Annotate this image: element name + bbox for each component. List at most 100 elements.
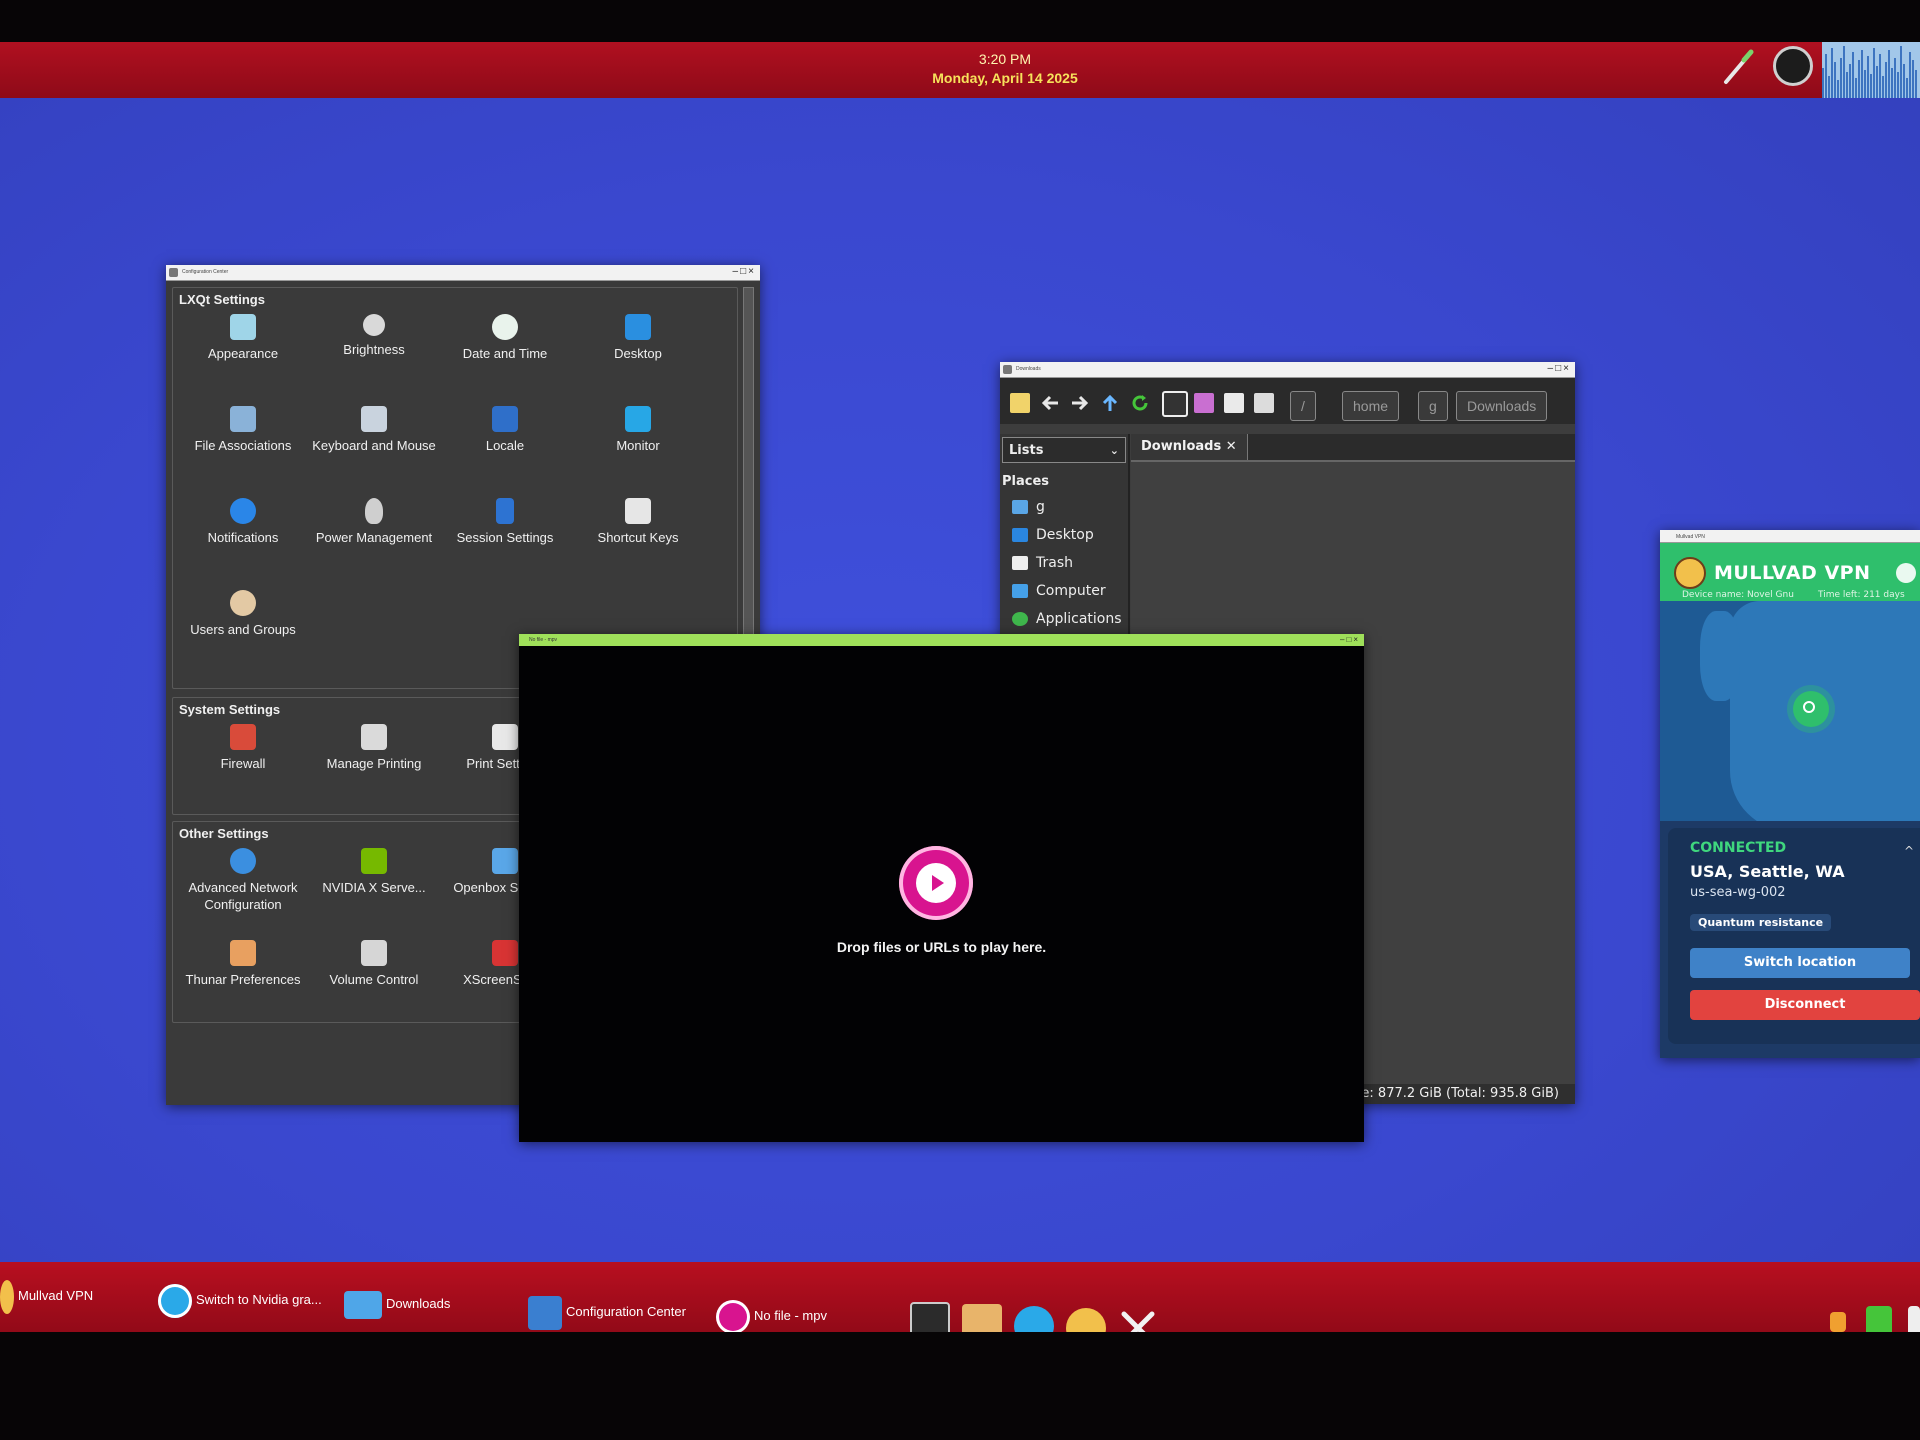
menu-icon[interactable]: [1908, 1306, 1920, 1332]
group-title: LXQt Settings: [179, 292, 265, 307]
title-bar[interactable]: Mullvad VPN: [1660, 530, 1920, 543]
path-button-g[interactable]: g: [1418, 391, 1448, 421]
desktop-icon: [1012, 528, 1028, 542]
item-session-settings[interactable]: Session Settings: [440, 498, 570, 546]
monitor-icon: [625, 406, 651, 432]
place-desktop[interactable]: Desktop: [1012, 524, 1094, 548]
cpu-graph-bar: [1858, 60, 1860, 98]
firewall-icon: [230, 724, 256, 750]
screensaver-icon: [492, 940, 518, 966]
task-downloads[interactable]: Downloads: [344, 1284, 450, 1324]
trash-icon: [1012, 556, 1028, 570]
item-power-management[interactable]: Power Management: [309, 498, 439, 546]
window-controls[interactable]: –□×: [733, 266, 756, 277]
mullvad-header: MULLVAD VPN Device name: Novel Gnu Time …: [1660, 543, 1920, 601]
item-nvidia-x-server[interactable]: NVIDIA X Serve...: [309, 848, 439, 896]
account-icon[interactable]: [1896, 563, 1916, 583]
chevron-up-icon[interactable]: ^: [1904, 844, 1914, 858]
settings-tools-icon[interactable]: [1118, 1308, 1158, 1332]
mullvad-icon[interactable]: [1066, 1308, 1106, 1332]
path-button-home[interactable]: home: [1342, 391, 1400, 421]
mpv-window: No file - mpv –□× Drop files or URLs to …: [519, 634, 1364, 1142]
item-advanced-network-configuration[interactable]: Advanced Network Configuration: [178, 848, 308, 913]
task-switch-nvidia[interactable]: Switch to Nvidia gra...: [158, 1280, 322, 1320]
close-tab-icon[interactable]: ✕: [1226, 439, 1237, 454]
new-folder-icon[interactable]: [1010, 393, 1030, 413]
cpu-graph-bar: [1891, 68, 1893, 98]
lock-icon[interactable]: [1830, 1312, 1846, 1332]
cpu-graph-bar: [1897, 72, 1899, 98]
side-pane-mode-select[interactable]: Lists ⌄: [1002, 437, 1126, 463]
up-icon[interactable]: [1100, 393, 1120, 413]
icon-view-icon[interactable]: [1162, 391, 1188, 417]
cpu-graph-bar: [1825, 54, 1827, 98]
cpu-graph-bar: [1870, 74, 1872, 98]
clock[interactable]: 3:20 PM Monday, April 14 2025: [905, 50, 1105, 88]
item-appearance[interactable]: Appearance: [178, 314, 308, 362]
item-thunar-preferences[interactable]: Thunar Preferences: [178, 940, 308, 988]
terminal-icon[interactable]: [910, 1302, 950, 1332]
desktop-icon: [625, 314, 651, 340]
item-keyboard-and-mouse[interactable]: Keyboard and Mouse: [309, 406, 439, 454]
window-title: Downloads: [1016, 366, 1041, 372]
place-home[interactable]: g: [1012, 496, 1045, 520]
place-computer[interactable]: Computer: [1012, 580, 1106, 604]
color-picker-icon[interactable]: [1720, 48, 1756, 88]
tab-bar: Downloads ✕: [1131, 434, 1575, 462]
window-controls[interactable]: –□×: [1548, 363, 1571, 374]
item-locale[interactable]: Locale: [440, 406, 570, 454]
item-desktop[interactable]: Desktop: [573, 314, 703, 362]
nvidia-icon: [361, 848, 387, 874]
cpu-graph-bar: [1846, 72, 1848, 98]
item-firewall[interactable]: Firewall: [178, 724, 308, 772]
feature-badge: Quantum resistance: [1690, 914, 1832, 931]
switch-gpu-icon[interactable]: [1014, 1306, 1054, 1332]
location-label: USA, Seattle, WA: [1690, 862, 1845, 881]
item-date-and-time[interactable]: Date and Time: [440, 314, 570, 362]
switch-location-button[interactable]: Switch location: [1690, 948, 1910, 978]
connection-panel: CONNECTED ^ USA, Seattle, WA us-sea-wg-0…: [1668, 828, 1920, 1044]
tab-downloads[interactable]: Downloads ✕: [1131, 434, 1248, 460]
disconnect-button[interactable]: Disconnect: [1690, 990, 1920, 1020]
vpn-lock-icon[interactable]: [1866, 1306, 1892, 1332]
path-button-root[interactable]: /: [1290, 391, 1316, 421]
task-mullvad-vpn[interactable]: Mullvad VPN: [0, 1276, 93, 1316]
mullvad-logo-icon: [1674, 557, 1706, 589]
window-app-icon: [1003, 365, 1012, 374]
item-shortcut-keys[interactable]: Shortcut Keys: [573, 498, 703, 546]
place-trash[interactable]: Trash: [1012, 552, 1073, 576]
path-button-downloads[interactable]: Downloads: [1456, 391, 1548, 421]
item-notifications[interactable]: Notifications: [178, 498, 308, 546]
compact-view-icon[interactable]: [1224, 393, 1244, 413]
thumbnail-view-icon[interactable]: [1194, 393, 1214, 413]
mullvad-icon: [0, 1279, 14, 1314]
detailed-view-icon[interactable]: [1254, 393, 1274, 413]
window-title: No file - mpv: [529, 637, 558, 643]
play-icon: [899, 846, 973, 920]
connection-status: CONNECTED: [1690, 840, 1787, 856]
cpu-graph-bar: [1843, 46, 1845, 98]
reload-icon[interactable]: [1130, 393, 1150, 413]
item-monitor[interactable]: Monitor: [573, 406, 703, 454]
cpu-graph-bar: [1840, 58, 1842, 98]
forward-icon[interactable]: [1070, 393, 1090, 413]
network-wrench-icon: [230, 848, 256, 874]
title-bar[interactable]: Configuration Center –□×: [166, 265, 760, 281]
place-applications[interactable]: Applications: [1012, 608, 1122, 632]
title-bar[interactable]: Downloads –□×: [1000, 362, 1575, 378]
item-brightness[interactable]: Brightness: [309, 314, 439, 358]
power-button[interactable]: [1773, 46, 1813, 86]
video-area[interactable]: Drop files or URLs to play here.: [519, 646, 1364, 1142]
item-manage-printing[interactable]: Manage Printing: [309, 724, 439, 772]
window-controls[interactable]: –□×: [1340, 635, 1360, 644]
cpu-graph-bar: [1903, 64, 1905, 98]
task-configuration-center[interactable]: Configuration Center: [528, 1292, 686, 1332]
item-file-associations[interactable]: File Associations: [178, 406, 308, 454]
task-mpv[interactable]: No file - mpv: [716, 1296, 827, 1332]
item-users-and-groups[interactable]: Users and Groups: [178, 590, 308, 638]
file-manager-icon[interactable]: [962, 1304, 1002, 1332]
item-volume-control[interactable]: Volume Control: [309, 940, 439, 988]
back-icon[interactable]: [1040, 393, 1060, 413]
desktop: 3:20 PM Monday, April 14 2025 Configurat…: [0, 42, 1920, 1332]
keyboard-icon: [625, 498, 651, 524]
